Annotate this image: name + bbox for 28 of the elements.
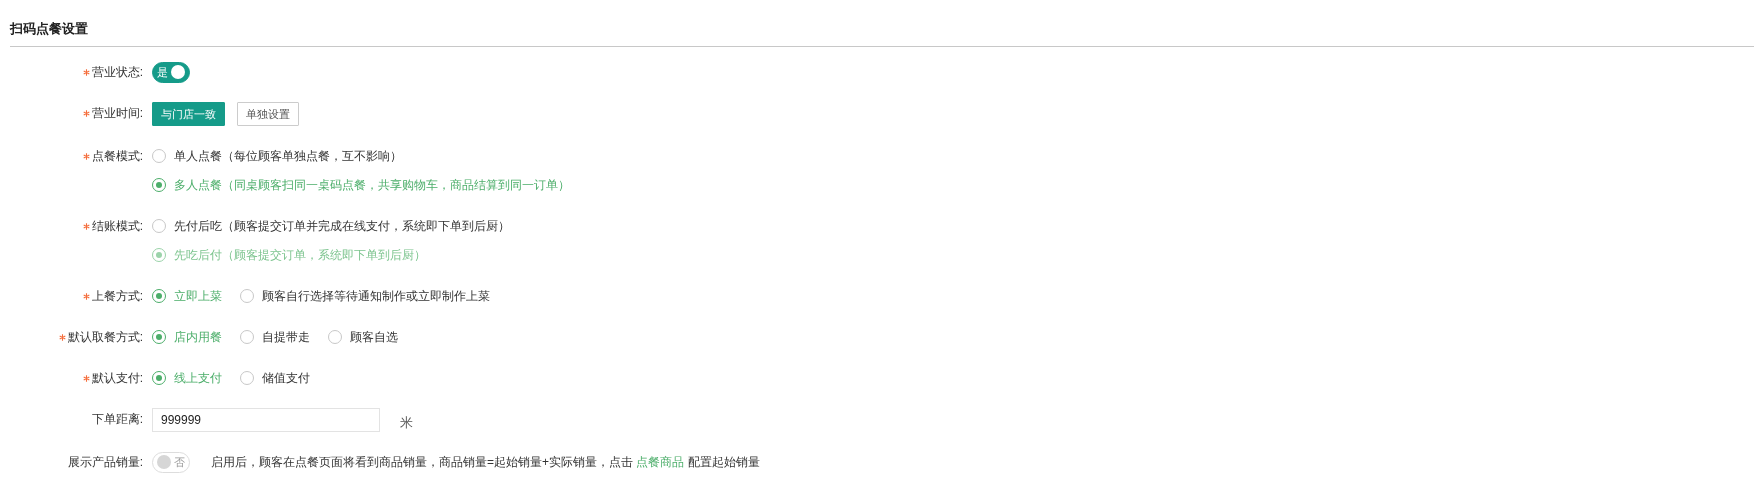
radio-option[interactable]: 顾客自行选择等待通知制作或立即制作上菜 [240,285,490,307]
option-button[interactable]: 单独设置 [237,102,299,126]
toggle-switch[interactable]: 否 [152,451,190,473]
radio-option[interactable]: 先付后吃（顾客提交订单并完成在线支付，系统即下单到后厨） [152,215,510,237]
radio-option[interactable]: 自提带走 [240,326,310,348]
radio-option[interactable]: 单人点餐（每位顾客单独点餐，互不影响） [152,145,402,167]
field-label: 默认支付: [91,369,143,387]
field-label: 下单距离: [91,410,143,428]
field-label: 点餐模式: [91,147,143,165]
radio-option[interactable]: 顾客自选 [328,326,398,348]
field-label: 上餐方式: [91,287,143,305]
help-text: 启用后，顾客在点餐页面将看到商品销量，商品销量=起始销量+实际销量，点击 点餐商品 配置起始销量 [211,453,760,471]
field-label: 展示产品销量: [67,453,143,471]
option-button[interactable]: 与门店一致 [152,102,225,126]
distance-input[interactable]: 999999 [152,408,380,432]
section-title: 扫码点餐设置 [8,20,89,38]
field-label: 默认取餐方式: [67,328,143,346]
radio-option[interactable]: 线上支付 [152,367,222,389]
radio-option[interactable]: 立即上菜 [152,285,222,307]
field-label: 营业状态: [91,63,143,81]
field-label: 营业时间: [91,104,143,122]
radio-option[interactable]: 多人点餐（同桌顾客扫同一桌码点餐，共享购物车，商品结算到同一订单） [152,174,570,196]
radio-option[interactable]: 店内用餐 [152,326,222,348]
unit-label: 米 [400,414,413,432]
toggle-switch[interactable]: 是 [152,61,190,83]
link[interactable]: 点餐商品 [636,454,685,469]
field-label: 结账模式: [91,217,143,235]
radio-option[interactable]: 储值支付 [240,367,310,389]
